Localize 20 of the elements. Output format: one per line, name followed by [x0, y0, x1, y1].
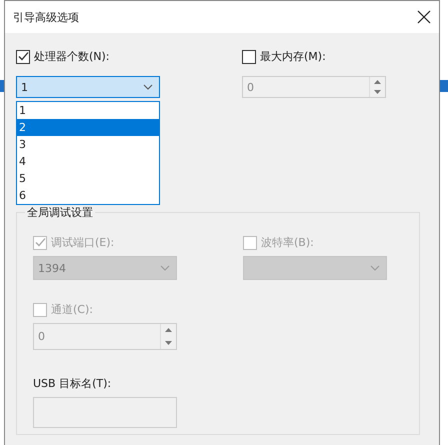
window-title: 引导高级选项: [13, 10, 79, 24]
close-icon[interactable]: [417, 10, 431, 24]
chevron-down-icon: [143, 84, 153, 90]
dropdown-option[interactable]: 6: [17, 187, 159, 204]
down-arrow-icon[interactable]: [165, 340, 172, 345]
dropdown-option[interactable]: 4: [17, 153, 159, 170]
checkmark-icon: [18, 51, 28, 62]
group-title: 全局调试设置: [25, 205, 95, 220]
processor-count-dropdown[interactable]: 1: [16, 76, 160, 98]
chevron-down-icon: [370, 265, 380, 271]
processors-checkbox[interactable]: 处理器个数(N):: [16, 49, 160, 64]
chevron-down-icon: [160, 265, 170, 271]
up-arrow-icon[interactable]: [165, 328, 172, 332]
dropdown-field[interactable]: [243, 256, 387, 280]
field-label: USB 目标名(T):: [33, 376, 112, 391]
dropdown-option[interactable]: 2: [17, 119, 159, 136]
dropdown-option[interactable]: 5: [17, 170, 159, 187]
dropdown-option[interactable]: 1: [17, 102, 159, 119]
checkmark-icon: [34, 237, 46, 248]
dropdown-option[interactable]: 3: [17, 136, 159, 153]
